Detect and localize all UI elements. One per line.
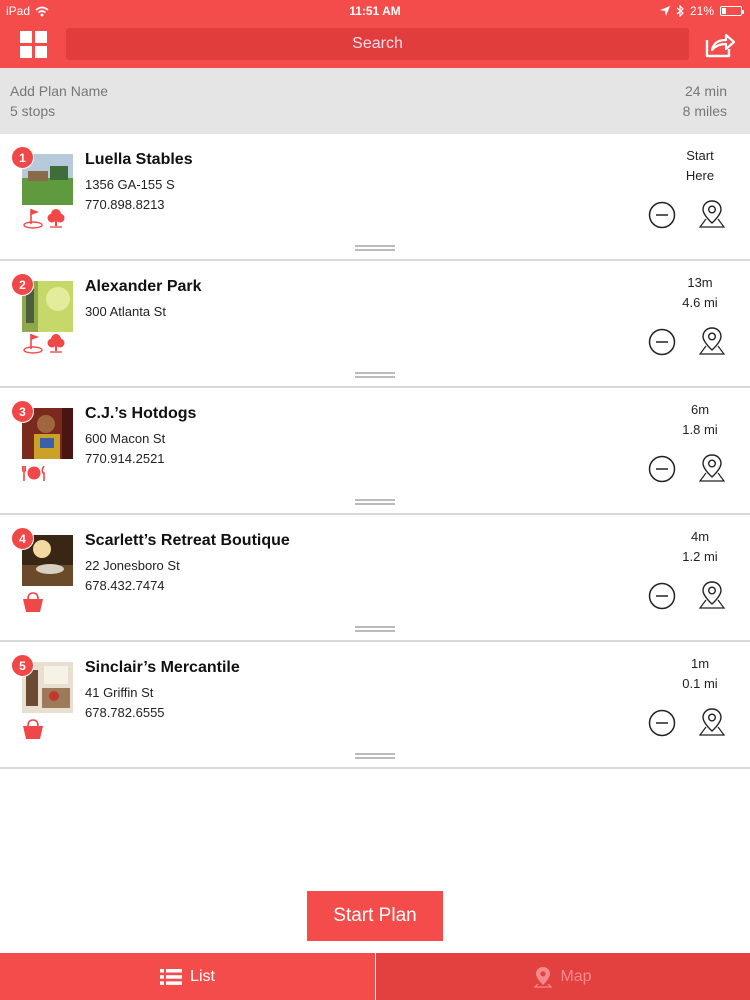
plan-name-field[interactable]: Add Plan Name bbox=[10, 83, 108, 99]
drag-handle[interactable] bbox=[355, 626, 395, 632]
stop-row[interactable]: 5 Sinclair’s Mercantile 41 Griffin St 67… bbox=[0, 642, 750, 769]
map-pin-icon[interactable] bbox=[697, 452, 727, 484]
tree-icon bbox=[47, 209, 65, 228]
tree-icon bbox=[47, 334, 65, 353]
stop-address: 22 Jonesboro St bbox=[85, 558, 180, 573]
map-pin-icon[interactable] bbox=[697, 198, 727, 230]
stops-list: 1 Luella Stables 1356 GA-155 S 770.898.8… bbox=[0, 134, 750, 769]
remove-stop-icon[interactable] bbox=[648, 328, 676, 356]
stop-name[interactable]: Alexander Park bbox=[85, 278, 202, 296]
remove-stop-icon[interactable] bbox=[648, 455, 676, 483]
stop-phone[interactable]: 678.782.6555 bbox=[85, 705, 165, 720]
stop-distance-line1: Start bbox=[686, 148, 714, 163]
map-pin-icon[interactable] bbox=[697, 579, 727, 611]
drag-handle[interactable] bbox=[355, 372, 395, 378]
golf-flag-icon bbox=[23, 209, 43, 229]
tab-list[interactable]: List bbox=[0, 953, 375, 1000]
plan-stop-count: 5 stops bbox=[10, 103, 56, 119]
shopping-basket-icon bbox=[23, 719, 43, 739]
grid-menu-icon[interactable] bbox=[20, 31, 47, 58]
drag-handle[interactable] bbox=[355, 753, 395, 759]
remove-stop-icon[interactable] bbox=[648, 582, 676, 610]
top-nav: Search bbox=[0, 22, 750, 68]
stop-distance-line1: 13m bbox=[687, 275, 713, 290]
plan-total-time: 24 min bbox=[684, 83, 727, 99]
shopping-basket-icon bbox=[23, 592, 43, 612]
stop-row[interactable]: 4 Scarlett’s Retreat Boutique 22 Jonesbo… bbox=[0, 515, 750, 642]
map-marker-icon bbox=[534, 966, 553, 988]
battery-percent: 21% bbox=[689, 4, 714, 18]
bottom-tab-bar: List Map bbox=[0, 953, 750, 1000]
category-icons bbox=[22, 591, 44, 613]
stop-address: 600 Macon St bbox=[85, 431, 166, 446]
remove-stop-icon[interactable] bbox=[648, 709, 676, 737]
stop-distance-line1: 6m bbox=[690, 402, 710, 417]
stop-distance-line1: 1m bbox=[690, 656, 710, 671]
stop-number-badge: 4 bbox=[11, 527, 34, 550]
category-icons bbox=[22, 464, 46, 482]
stop-distance: 4m 1.2 mi bbox=[670, 527, 730, 567]
status-bar: iPad 11:51 AM 21% bbox=[0, 0, 750, 22]
stop-address: 41 Griffin St bbox=[85, 685, 154, 700]
stop-name[interactable]: Sinclair’s Mercantile bbox=[85, 659, 240, 677]
stop-distance: 1m 0.1 mi bbox=[670, 654, 730, 694]
location-arrow-icon bbox=[659, 6, 670, 16]
stop-row[interactable]: 2 Alexander Park 300 Atlanta St 13m 4.6 … bbox=[0, 261, 750, 388]
stop-distance-line1: 4m bbox=[690, 529, 710, 544]
stop-name[interactable]: C.J.’s Hotdogs bbox=[85, 405, 196, 423]
stop-number-badge: 3 bbox=[11, 400, 34, 423]
stop-distance-line2: 1.8 mi bbox=[682, 422, 718, 437]
map-pin-icon[interactable] bbox=[697, 706, 727, 738]
stop-number-badge: 5 bbox=[11, 654, 34, 677]
search-input[interactable]: Search bbox=[66, 28, 689, 60]
stop-address: 300 Atlanta St bbox=[85, 304, 166, 319]
stop-distance-line2: Here bbox=[685, 168, 715, 183]
stop-phone[interactable]: 770.898.8213 bbox=[85, 197, 165, 212]
stop-name[interactable]: Scarlett’s Retreat Boutique bbox=[85, 532, 290, 550]
stop-name[interactable]: Luella Stables bbox=[85, 151, 193, 169]
golf-flag-icon bbox=[23, 334, 43, 354]
stop-number-badge: 2 bbox=[11, 273, 34, 296]
drag-handle[interactable] bbox=[355, 245, 395, 251]
category-icons bbox=[22, 332, 65, 354]
stop-row[interactable]: 3 C.J.’s Hotdogs 600 Macon St 770.914.25… bbox=[0, 388, 750, 515]
share-icon[interactable] bbox=[704, 31, 736, 59]
status-right: 21% bbox=[659, 4, 744, 18]
remove-stop-icon[interactable] bbox=[648, 201, 676, 229]
battery-icon bbox=[720, 6, 744, 16]
category-icons bbox=[22, 718, 44, 740]
stop-distance: 13m 4.6 mi bbox=[670, 273, 730, 313]
stop-row[interactable]: 1 Luella Stables 1356 GA-155 S 770.898.8… bbox=[0, 134, 750, 261]
stop-distance-line2: 0.1 mi bbox=[682, 676, 718, 691]
dining-icon bbox=[22, 465, 45, 481]
stop-number-badge: 1 bbox=[11, 146, 34, 169]
stop-distance: 6m 1.8 mi bbox=[670, 400, 730, 440]
tab-map-label: Map bbox=[560, 967, 592, 985]
plan-header: Add Plan Name 5 stops 24 min 8 miles bbox=[0, 68, 750, 134]
stop-distance-line2: 4.6 mi bbox=[682, 295, 718, 310]
list-icon bbox=[160, 968, 183, 985]
plan-total-distance: 8 miles bbox=[682, 103, 727, 119]
stop-phone[interactable]: 678.432.7474 bbox=[85, 578, 165, 593]
map-pin-icon[interactable] bbox=[697, 325, 727, 357]
stop-distance-line2: 1.2 mi bbox=[682, 549, 718, 564]
bluetooth-icon bbox=[676, 5, 684, 17]
stop-distance: Start Here bbox=[670, 146, 730, 186]
stop-address: 1356 GA-155 S bbox=[85, 177, 175, 192]
tab-map[interactable]: Map bbox=[375, 953, 750, 1000]
status-time: 11:51 AM bbox=[349, 4, 401, 18]
stop-phone[interactable]: 770.914.2521 bbox=[85, 451, 165, 466]
battery-level bbox=[722, 8, 726, 14]
drag-handle[interactable] bbox=[355, 499, 395, 505]
category-icons bbox=[22, 207, 65, 229]
start-plan-button[interactable]: Start Plan bbox=[307, 891, 443, 941]
tab-list-label: List bbox=[190, 967, 215, 985]
